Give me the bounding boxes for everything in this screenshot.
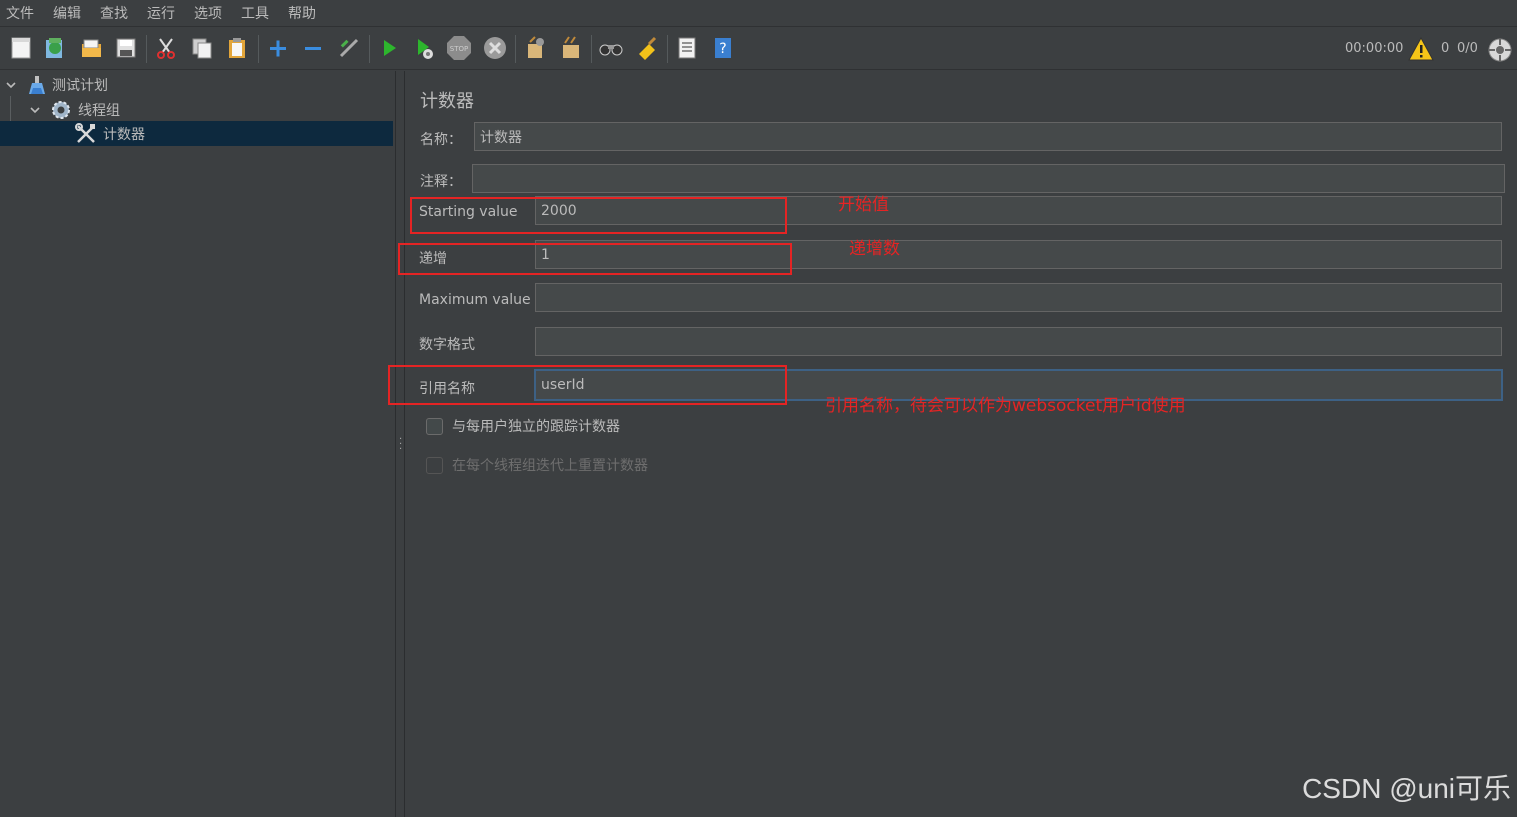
- collapse-icon[interactable]: [300, 35, 326, 61]
- elapsed-time: 00:00:00: [1345, 41, 1404, 56]
- shutdown-icon[interactable]: [482, 35, 508, 61]
- search-icon[interactable]: [598, 35, 624, 61]
- stop-icon[interactable]: STOP: [446, 35, 472, 61]
- maximum-value-field[interactable]: [535, 283, 1502, 312]
- chevron-down-icon[interactable]: [28, 103, 42, 117]
- cut-icon[interactable]: [153, 35, 179, 61]
- test-plan-icon: [28, 75, 46, 95]
- remote-engine-icon[interactable]: [1487, 37, 1513, 67]
- checkbox-unchecked-icon[interactable]: [426, 456, 443, 474]
- checkbox-unchecked-icon[interactable]: [426, 417, 443, 435]
- menu-search[interactable]: 查找: [100, 3, 128, 23]
- menu-help[interactable]: 帮助: [288, 3, 316, 23]
- tree-item-test-plan[interactable]: 测试计划: [4, 72, 395, 97]
- start-no-pause-icon[interactable]: [411, 35, 437, 61]
- counter-config-panel: 计数器 名称： 计数器 注释： Starting value 2000 递增 1…: [406, 71, 1517, 817]
- comment-label: 注释：: [420, 174, 462, 190]
- menu-file[interactable]: 文件: [6, 3, 34, 23]
- annotation-box-increment: [398, 243, 792, 275]
- svg-text:STOP: STOP: [450, 45, 468, 53]
- open-icon[interactable]: [78, 35, 104, 61]
- menu-edit[interactable]: 编辑: [53, 3, 81, 23]
- per-user-checkbox[interactable]: 与每用户独立的跟踪计数器: [426, 416, 620, 436]
- save-icon[interactable]: [113, 35, 139, 61]
- number-format-field[interactable]: [535, 327, 1502, 356]
- copy-icon[interactable]: [189, 35, 215, 61]
- menu-run[interactable]: 运行: [147, 3, 175, 23]
- tree-item-label: 计数器: [103, 126, 145, 143]
- thread-group-icon: [50, 99, 72, 121]
- annotation-note-starting: 开始值: [838, 195, 889, 215]
- start-icon[interactable]: [376, 35, 402, 61]
- tree-item-counter[interactable]: 计数器: [0, 121, 393, 146]
- tree-item-label: 测试计划: [52, 77, 108, 94]
- page-title: 计数器: [420, 91, 474, 112]
- watermark: CSDN @uni可乐: [1302, 773, 1511, 804]
- menu-tools[interactable]: 工具: [241, 3, 269, 23]
- toolbar: STOP ? 00:00:00 0 0/0: [0, 26, 1517, 70]
- annotation-box-starting-value: [410, 197, 787, 234]
- reset-per-iteration-checkbox[interactable]: 在每个线程组迭代上重置计数器: [426, 455, 648, 475]
- clear-all-icon[interactable]: [558, 35, 584, 61]
- name-label: 名称：: [420, 132, 462, 148]
- active-threads: 0/0: [1457, 41, 1478, 56]
- svg-text:?: ?: [719, 41, 726, 57]
- templates-icon[interactable]: [42, 35, 68, 61]
- new-icon[interactable]: [8, 35, 34, 61]
- menu-bar: 文件 编辑 查找 运行 选项 工具 帮助: [0, 0, 1517, 26]
- tree-item-label: 线程组: [78, 102, 120, 119]
- name-field[interactable]: 计数器: [474, 122, 1502, 151]
- annotation-note-increment: 递增数: [849, 239, 900, 259]
- number-format-label: 数字格式: [419, 337, 475, 353]
- help-icon[interactable]: ?: [710, 35, 736, 61]
- comment-field[interactable]: [472, 164, 1505, 193]
- chevron-down-icon[interactable]: [4, 78, 18, 92]
- error-count: 0: [1441, 41, 1450, 56]
- drag-handle-icon[interactable]: · · ·: [399, 435, 402, 455]
- split-pane-divider[interactable]: · · ·: [395, 71, 405, 817]
- function-helper-icon[interactable]: [674, 35, 700, 61]
- tree-item-thread-group[interactable]: 线程组: [28, 97, 395, 122]
- reset-per-iteration-label: 在每个线程组迭代上重置计数器: [452, 458, 648, 474]
- expand-icon[interactable]: [265, 35, 291, 61]
- toggle-icon[interactable]: [336, 35, 362, 61]
- clear-icon[interactable]: [522, 35, 548, 61]
- warning-icon[interactable]: [1408, 36, 1434, 65]
- counter-tools-icon: [75, 122, 97, 145]
- annotation-note-reference: 引用名称，待会可以作为websocket用户id使用: [825, 396, 1186, 416]
- menu-options[interactable]: 选项: [194, 3, 222, 23]
- maximum-value-label: Maximum value: [419, 292, 531, 308]
- test-plan-tree: 测试计划 线程组 计数器: [0, 71, 395, 817]
- paste-icon[interactable]: [224, 35, 250, 61]
- per-user-checkbox-label: 与每用户独立的跟踪计数器: [452, 419, 620, 435]
- reset-search-icon[interactable]: [634, 35, 660, 61]
- annotation-box-reference-name: [388, 365, 787, 405]
